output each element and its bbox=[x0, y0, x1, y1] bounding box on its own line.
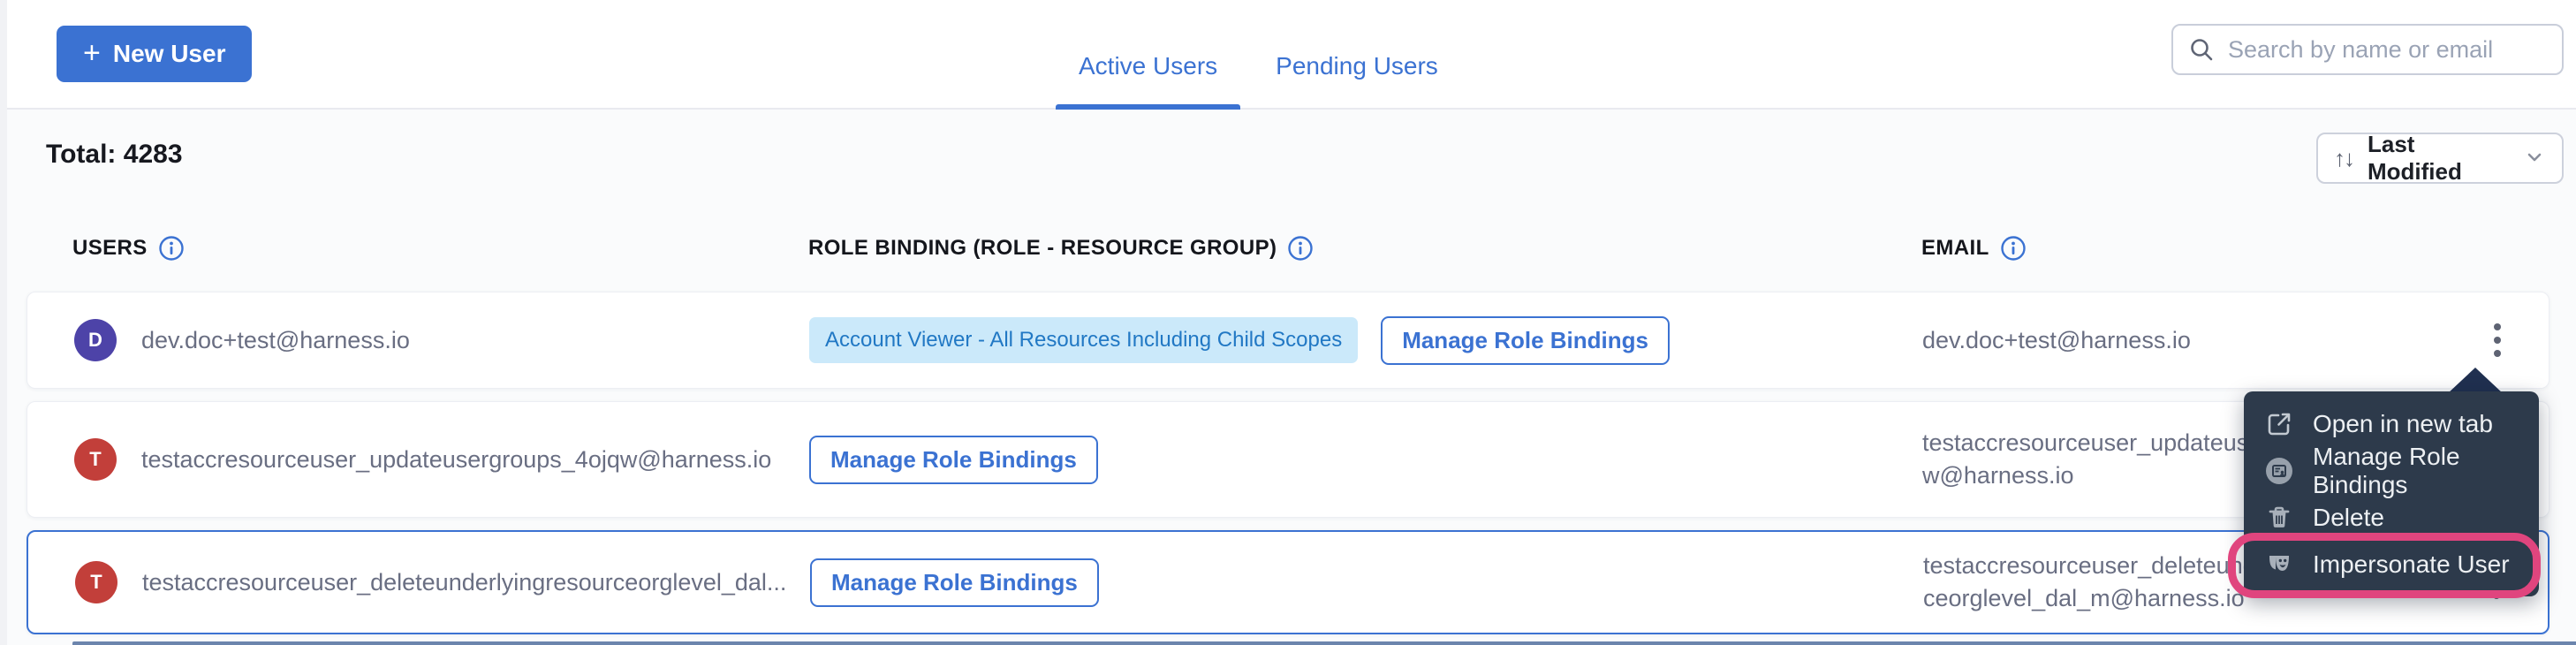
left-edge-strip bbox=[0, 0, 7, 645]
info-icon[interactable] bbox=[2000, 235, 2027, 262]
search-input[interactable] bbox=[2228, 36, 2548, 64]
role-binding-cell: Manage Role Bindings bbox=[809, 402, 1098, 517]
user-cell: T testaccresourceuser_updateusergroups_4… bbox=[74, 402, 771, 517]
menu-item-label: Manage Role Bindings bbox=[2313, 443, 2519, 499]
tab-pending-users[interactable]: Pending Users bbox=[1253, 0, 1461, 110]
menu-item-label: Delete bbox=[2313, 504, 2384, 532]
next-row-edge bbox=[72, 641, 2576, 645]
role-binding-chip: Account Viewer - All Resources Including… bbox=[809, 317, 1358, 363]
new-user-button[interactable]: + New User bbox=[57, 26, 252, 82]
manage-role-bindings-button[interactable]: Manage Role Bindings bbox=[810, 558, 1099, 607]
plus-icon: + bbox=[83, 38, 101, 68]
role-bindings-icon bbox=[2263, 455, 2295, 487]
role-binding-cell: Manage Role Bindings bbox=[810, 532, 1099, 633]
user-cell: D dev.doc+test@harness.io bbox=[74, 292, 410, 388]
chevron-down-icon bbox=[2523, 146, 2546, 171]
context-menu-arrow bbox=[2447, 368, 2504, 394]
table-row[interactable]: T testaccresourceuser_updateusergroups_4… bbox=[27, 401, 2549, 518]
trash-icon bbox=[2263, 502, 2295, 534]
menu-item-manage-role-bindings[interactable]: Manage Role Bindings bbox=[2244, 447, 2539, 494]
table-row[interactable]: D dev.doc+test@harness.io Account Viewer… bbox=[27, 292, 2549, 389]
sort-selected-value: Last Modified bbox=[2368, 131, 2509, 186]
header-bar: + New User Active Users Pending Users bbox=[0, 0, 2576, 110]
sort-dropdown[interactable]: ↑↓ Last Modified bbox=[2316, 133, 2564, 184]
column-header-email-label: EMAIL bbox=[1921, 236, 1989, 261]
external-link-icon bbox=[2263, 408, 2295, 440]
menu-item-label: Open in new tab bbox=[2313, 410, 2493, 438]
new-user-label: New User bbox=[113, 40, 226, 68]
email-text: dev.doc+test@harness.io bbox=[1922, 327, 2191, 354]
menu-item-open-in-new-tab[interactable]: Open in new tab bbox=[2244, 400, 2539, 447]
user-cell: T testaccresourceuser_deleteunderlyingre… bbox=[75, 532, 786, 633]
user-name: dev.doc+test@harness.io bbox=[141, 327, 410, 354]
row-context-menu: Open in new tab Manage Role Bindings Del… bbox=[2244, 391, 2539, 596]
menu-item-impersonate-user[interactable]: Impersonate User bbox=[2244, 541, 2539, 588]
email-cell: dev.doc+test@harness.io bbox=[1922, 292, 2191, 388]
search-icon bbox=[2187, 35, 2216, 64]
avatar: T bbox=[75, 561, 117, 603]
user-name: testaccresourceuser_deleteunderlyingreso… bbox=[142, 569, 786, 596]
column-header-users-label: USERS bbox=[72, 236, 148, 261]
table-row-selected[interactable]: T testaccresourceuser_deleteunderlyingre… bbox=[27, 530, 2549, 634]
column-header-users: USERS bbox=[72, 235, 185, 262]
column-header-role-binding: ROLE BINDING (ROLE - RESOURCE GROUP) bbox=[808, 235, 1314, 262]
role-binding-cell: Account Viewer - All Resources Including… bbox=[809, 292, 1670, 388]
search-box bbox=[2171, 24, 2564, 75]
sort-arrows-icon: ↑↓ bbox=[2334, 145, 2353, 172]
user-management-page: + New User Active Users Pending Users To… bbox=[0, 0, 2576, 645]
masks-icon bbox=[2263, 549, 2295, 580]
manage-role-bindings-button[interactable]: Manage Role Bindings bbox=[1381, 316, 1670, 365]
tab-active-users-label: Active Users bbox=[1079, 52, 1217, 80]
menu-item-delete[interactable]: Delete bbox=[2244, 494, 2539, 541]
total-count-label: Total: 4283 bbox=[46, 140, 183, 170]
menu-item-label: Impersonate User bbox=[2313, 550, 2510, 579]
manage-role-bindings-button[interactable]: Manage Role Bindings bbox=[809, 436, 1098, 484]
tab-bar: Active Users Pending Users bbox=[1056, 0, 1461, 110]
user-name: testaccresourceuser_updateusergroups_4oj… bbox=[141, 446, 771, 474]
column-header-email: EMAIL bbox=[1921, 235, 2027, 262]
avatar: T bbox=[74, 438, 117, 481]
tab-active-users[interactable]: Active Users bbox=[1056, 0, 1240, 110]
info-icon[interactable] bbox=[158, 235, 185, 262]
avatar: D bbox=[74, 319, 117, 361]
column-header-role-binding-label: ROLE BINDING (ROLE - RESOURCE GROUP) bbox=[808, 236, 1277, 261]
tab-pending-users-label: Pending Users bbox=[1276, 52, 1438, 80]
info-icon[interactable] bbox=[1287, 235, 1314, 262]
